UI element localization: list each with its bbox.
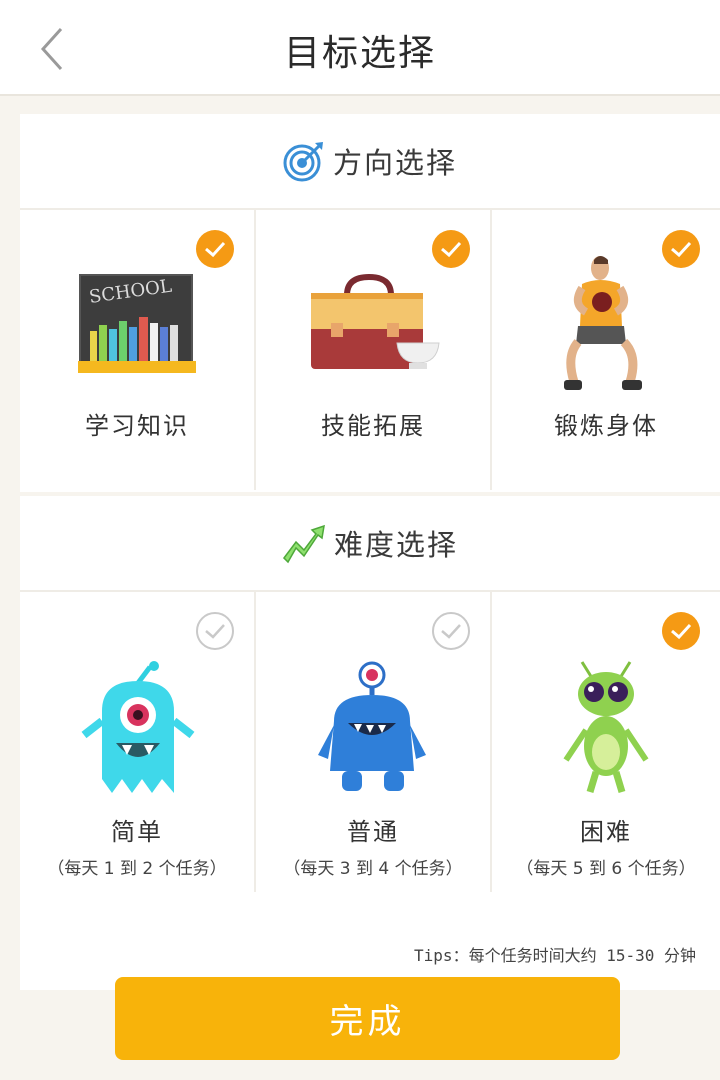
done-button[interactable]: 完成: [115, 977, 620, 1060]
difficulty-options: 简单 （每天 1 到 2 个任务） 普通 （每天 3 到 4 个任务） 困难 （…: [20, 592, 720, 892]
page-title: 目标选择: [283, 33, 436, 74]
checkmark-icon: [205, 624, 225, 639]
briefcase-icon: [311, 273, 440, 369]
checkmark-icon: [441, 624, 461, 639]
difficulty-title: 难度选择: [333, 528, 458, 562]
option-label: 困难: [580, 818, 632, 846]
option-label: 简单: [111, 818, 163, 846]
option-easy[interactable]: 简单 （每天 1 到 2 个任务）: [20, 592, 256, 892]
option-study[interactable]: SCHOOL 学习知识: [20, 210, 256, 490]
option-normal[interactable]: 普通 （每天 3 到 4 个任务）: [256, 592, 492, 892]
school-chalkboard-icon: SCHOOL: [78, 274, 196, 373]
direction-title: 方向选择: [332, 146, 457, 180]
option-label: 技能拓展: [321, 412, 425, 440]
check-unselected[interactable]: [196, 612, 234, 650]
checkmark-icon: [671, 623, 692, 640]
option-label: 学习知识: [85, 412, 189, 440]
check-unselected[interactable]: [432, 612, 470, 650]
trend-arrow-icon: [282, 524, 325, 564]
option-sublabel: （每天 5 到 6 个任务）: [516, 859, 696, 879]
green-alien-icon: [563, 661, 649, 794]
exercise-person-icon: [564, 256, 642, 390]
blue-monster-icon: [318, 661, 426, 791]
direction-options: SCHOOL 学习知识 技能拓展 锻炼身体: [20, 210, 720, 490]
tips-text: Tips：每个任务时间大约 15-30 分钟: [414, 946, 696, 965]
option-label: 普通: [347, 818, 399, 846]
option-label: 锻炼身体: [554, 412, 658, 440]
check-selected[interactable]: [662, 612, 700, 650]
option-hard[interactable]: 困难 （每天 5 到 6 个任务）: [492, 592, 720, 892]
cyan-monster-icon: [81, 661, 195, 793]
option-sublabel: （每天 3 到 4 个任务）: [283, 859, 463, 879]
option-sublabel: （每天 1 到 2 个任务）: [47, 859, 227, 879]
option-exercise[interactable]: 锻炼身体: [492, 210, 720, 490]
top-bar: 目标选择: [0, 0, 720, 96]
direction-header: 方向选择: [20, 114, 720, 210]
difficulty-header: 难度选择: [20, 496, 720, 592]
option-skills[interactable]: 技能拓展: [256, 210, 492, 490]
direction-card: 方向选择 SCHOOL 学习知识 技能拓展 锻炼身体: [20, 114, 720, 492]
difficulty-card: 难度选择 简单 （每天 1 到 2 个任务） 普通 （每天 3 到 4 个任务）…: [20, 496, 720, 990]
target-icon: [283, 142, 323, 182]
